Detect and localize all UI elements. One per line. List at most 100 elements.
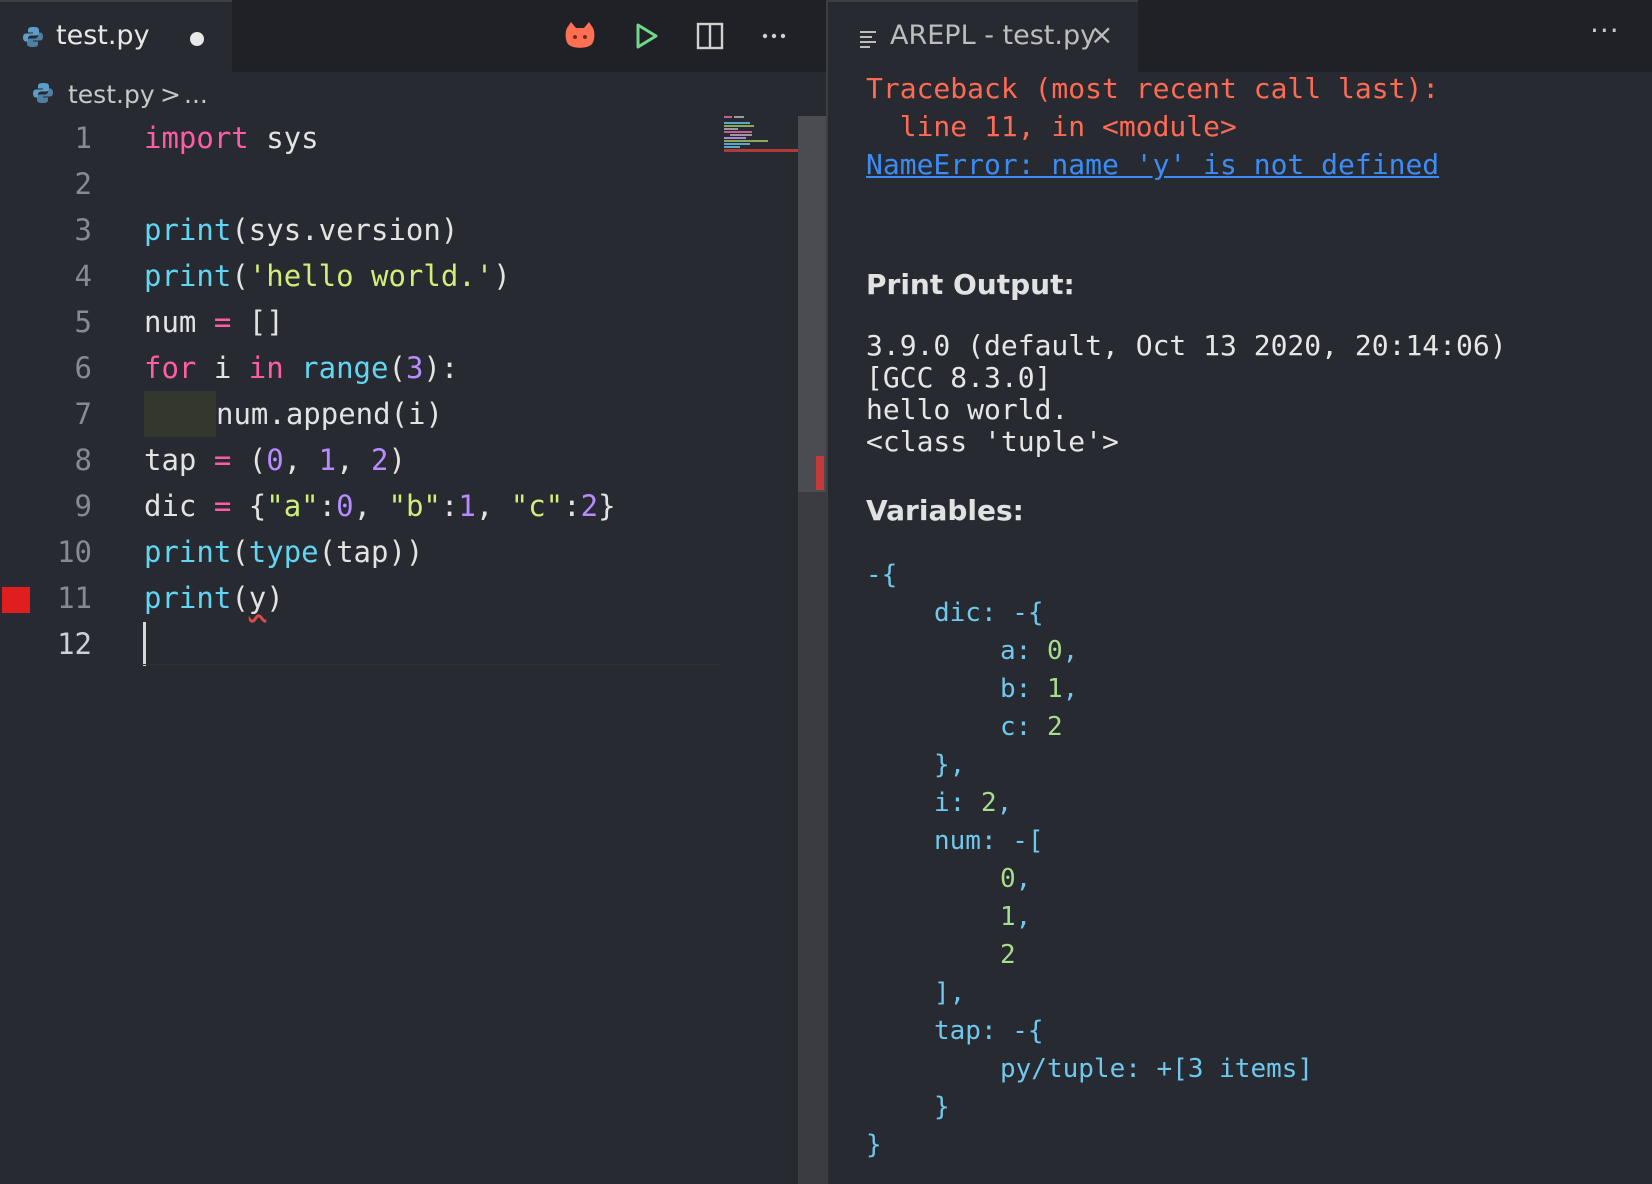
tree-leaf: 2 xyxy=(1000,940,1016,970)
string-literal: "c" xyxy=(510,489,564,523)
line-number: 6 xyxy=(74,351,92,385)
function-name: print xyxy=(144,581,232,615)
traceback-header: Traceback (most recent call last): xyxy=(866,72,1440,105)
string-literal: 'hello world.' xyxy=(248,259,494,293)
line-number: 7 xyxy=(74,397,92,431)
function-name: print xyxy=(144,259,232,293)
code-line[interactable]: 7 num.append(i) xyxy=(0,391,800,437)
tree-node-dic[interactable]: dic: -{ xyxy=(934,598,1044,628)
print-output-heading: Print Output: xyxy=(866,268,1075,301)
code-line[interactable]: 2 xyxy=(0,161,800,207)
code-line[interactable]: 6 for i in range(3): xyxy=(0,345,800,391)
tree-leaf: 1, xyxy=(1000,902,1032,932)
tab-test-py[interactable]: test.py xyxy=(0,0,232,72)
number-literal: 2 xyxy=(580,489,599,523)
print-output: 3.9.0 (default, Oct 13 2020, 20:14:06) [… xyxy=(866,329,1507,458)
unsaved-dot-icon[interactable] xyxy=(190,32,204,46)
code-line[interactable]: 1 import sys xyxy=(0,115,800,161)
error-link[interactable]: NameError: name 'y' is not defined xyxy=(866,148,1439,181)
code-line[interactable]: 4 print('hello world.') xyxy=(0,253,800,299)
code-text: ) xyxy=(493,259,511,293)
more-actions-icon[interactable]: ··· xyxy=(1590,14,1620,47)
breakpoint-marker[interactable] xyxy=(2,587,30,613)
scrollbar-thumb[interactable] xyxy=(798,116,826,492)
tree-leaf: 0, xyxy=(1000,864,1032,894)
tree-leaf: i: 2, xyxy=(934,788,1013,818)
tree-close: } xyxy=(866,1130,882,1160)
tree-leaf: b: 1, xyxy=(1000,674,1079,704)
tree-node-tuple[interactable]: py/tuple: +[3 items] xyxy=(1000,1054,1313,1084)
text-cursor xyxy=(143,622,146,666)
close-icon[interactable]: × xyxy=(1090,18,1113,51)
code-text: i xyxy=(196,351,249,385)
line-number: 10 xyxy=(57,535,92,569)
function-name: print xyxy=(144,213,232,247)
editor-tab-bar: test.py xyxy=(0,0,826,72)
function-name: print xyxy=(144,535,232,569)
arepl-tab-bar: AREPL - test.py × ··· xyxy=(828,0,1652,72)
breadcrumb: test.py > ... xyxy=(0,72,826,116)
string-literal: "a" xyxy=(266,489,319,523)
function-name: type xyxy=(248,535,319,569)
tree-node-tap[interactable]: tap: -{ xyxy=(934,1016,1044,1046)
preview-lines-icon xyxy=(860,31,876,48)
code-text: { xyxy=(231,489,267,523)
code-text: : xyxy=(440,489,459,523)
code-line[interactable]: 10 print(type(tap)) xyxy=(0,529,800,575)
editor-pane: test.py test.py > ... 1 import sys 2 3 p… xyxy=(0,0,826,1184)
code-text: tap xyxy=(144,443,214,477)
string-literal: "b" xyxy=(388,489,441,523)
keyword: import xyxy=(144,121,249,155)
function-name: range xyxy=(301,351,389,385)
error-squiggle[interactable]: y xyxy=(249,581,266,615)
operator: = xyxy=(213,489,232,523)
code-text: , xyxy=(336,443,372,477)
breadcrumb-file[interactable]: test.py xyxy=(68,80,155,109)
keyword: in xyxy=(248,351,284,385)
more-actions-icon[interactable] xyxy=(756,18,792,54)
code-text: dic xyxy=(144,489,214,523)
code-line[interactable]: 8 tap = (0, 1, 2) xyxy=(0,437,800,483)
code-line[interactable]: 9 dic = {"a":0, "b":1, "c":2} xyxy=(0,483,800,529)
line-number: 8 xyxy=(74,443,92,477)
indent-highlight xyxy=(144,391,216,437)
code-text: num xyxy=(144,305,214,339)
code-text: num.append(i) xyxy=(216,397,443,431)
code-text: ( xyxy=(231,259,249,293)
run-icon[interactable] xyxy=(628,18,664,54)
tree-leaf: a: 0, xyxy=(1000,636,1079,666)
code-line[interactable]: 11 print(y) xyxy=(0,575,800,621)
tab-arepl[interactable]: AREPL - test.py × xyxy=(828,0,1138,72)
code-text: } xyxy=(598,489,616,523)
code-text: : xyxy=(318,489,337,523)
breadcrumb-symbols[interactable]: ... xyxy=(184,80,208,109)
code-text: ( xyxy=(231,443,267,477)
code-text: , xyxy=(475,489,511,523)
cat-icon[interactable] xyxy=(562,18,598,54)
tree-close: ], xyxy=(934,978,966,1008)
tree-node-num[interactable]: num: -[ xyxy=(934,826,1044,856)
line-number: 12 xyxy=(57,627,92,661)
code-line[interactable]: 12 xyxy=(0,621,800,667)
code-line[interactable]: 5 num = [] xyxy=(0,299,800,345)
split-editor-icon[interactable] xyxy=(692,18,728,54)
code-text: (tap)) xyxy=(318,535,424,569)
line-number: 2 xyxy=(74,167,92,201)
scrollbar-error-marker xyxy=(816,456,824,490)
line-number: 9 xyxy=(74,489,92,523)
code-text: ( xyxy=(231,535,249,569)
code-line[interactable]: 3 print(sys.version) xyxy=(0,207,800,253)
arepl-pane: AREPL - test.py × ··· Traceback (most re… xyxy=(828,0,1652,1184)
code-text: sys xyxy=(248,121,319,155)
code-text: ) xyxy=(266,581,284,615)
code-text: (sys.version) xyxy=(231,213,459,247)
code-text: , xyxy=(283,443,319,477)
python-file-icon xyxy=(33,83,53,103)
minimap[interactable] xyxy=(724,114,798,162)
current-line-indicator xyxy=(140,664,720,665)
tree-leaf: c: 2 xyxy=(1000,712,1063,742)
tree-toggle[interactable]: -{ xyxy=(866,560,897,590)
tree-close: } xyxy=(934,1092,950,1122)
tab-label: test.py xyxy=(56,20,150,51)
